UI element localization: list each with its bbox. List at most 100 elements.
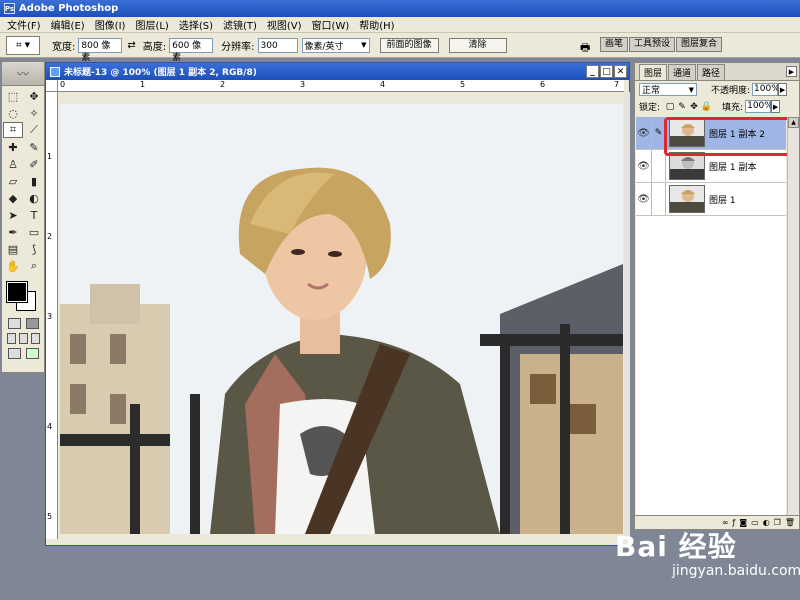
lock-position-icon[interactable]: ✥ bbox=[688, 102, 700, 112]
baidu-jingyan-watermark: Bai 经验 jingyan.baidu.com bbox=[612, 525, 800, 600]
menu-file[interactable]: 文件(F) bbox=[2, 17, 46, 32]
gradient-icon[interactable]: ▮ bbox=[24, 173, 44, 189]
document-scrollbar[interactable] bbox=[624, 92, 630, 540]
ruler-tick-label: 1 bbox=[140, 80, 146, 89]
image-canvas[interactable] bbox=[60, 104, 623, 534]
slice-icon[interactable]: ⟋ bbox=[24, 122, 44, 138]
tab-tool-presets[interactable]: 工具预设 bbox=[629, 37, 676, 52]
vertical-ruler: 1 2 3 4 5 bbox=[46, 92, 58, 539]
type-icon[interactable]: T bbox=[24, 207, 44, 223]
resolution-unit-select[interactable]: 像素/英寸 ▼ bbox=[301, 37, 370, 53]
width-input[interactable]: 800 像素 bbox=[78, 37, 123, 63]
eraser-icon[interactable]: ▱ bbox=[3, 173, 23, 189]
standard-mode-icon[interactable] bbox=[7, 318, 21, 329]
close-icon[interactable]: ✕ bbox=[614, 65, 627, 78]
stamp-icon[interactable]: ♙ bbox=[3, 156, 23, 172]
move-icon[interactable]: ✥ bbox=[24, 88, 44, 104]
screen-mode-2-icon[interactable] bbox=[18, 333, 28, 344]
path-select-icon[interactable]: ➤ bbox=[3, 207, 23, 223]
menu-bar: 文件(F) 编辑(E) 图像(I) 图层(L) 选择(S) 滤镜(T) 视图(V… bbox=[0, 17, 800, 33]
pen-icon[interactable]: ✒ bbox=[3, 224, 23, 240]
dodge-icon[interactable]: ◐ bbox=[24, 190, 44, 206]
blur-icon[interactable]: ◆ bbox=[3, 190, 23, 206]
ruler-origin[interactable] bbox=[46, 80, 58, 92]
ruler-tick-label: 4 bbox=[47, 422, 53, 431]
layers-scrollbar[interactable]: ▲ bbox=[787, 117, 799, 517]
blend-mode-select[interactable]: 正常 ▼ bbox=[639, 83, 697, 96]
crop-tool-icon[interactable]: ⌗ bbox=[3, 122, 23, 138]
clear-button[interactable]: 清除 bbox=[448, 37, 507, 53]
menu-layer[interactable]: 图层(L) bbox=[130, 17, 173, 32]
layers-panel: 图层 通道 路径 ▶ 正常 ▼ 不透明度: 100% ▶ 锁定: ▢ ✎ ✥ 🔒… bbox=[634, 62, 800, 530]
brush-icon[interactable]: ✎ bbox=[24, 139, 44, 155]
eye-icon[interactable]: 👁 bbox=[636, 183, 652, 215]
brush-link-icon[interactable] bbox=[652, 150, 666, 182]
tab-layer-comps[interactable]: 图层复合 bbox=[676, 37, 723, 52]
screen-mode-1-icon[interactable] bbox=[6, 333, 16, 344]
resolution-input[interactable]: 300 bbox=[257, 37, 298, 53]
zoom-icon[interactable]: ⌕ bbox=[24, 258, 44, 274]
opacity-label: 不透明度: bbox=[711, 86, 751, 96]
height-input[interactable]: 600 像素 bbox=[169, 37, 214, 63]
jump-to-imageready-icon[interactable] bbox=[7, 348, 21, 359]
chevron-down-icon: ▼ bbox=[688, 85, 694, 94]
menu-help[interactable]: 帮助(H) bbox=[354, 17, 399, 32]
layer-thumbnail bbox=[669, 152, 705, 180]
ruler-tick-label: 3 bbox=[300, 80, 306, 89]
notes-icon[interactable]: ▤ bbox=[3, 241, 23, 257]
menu-edit[interactable]: 编辑(E) bbox=[46, 17, 90, 32]
brush-link-icon[interactable] bbox=[652, 183, 666, 215]
menu-window[interactable]: 窗口(W) bbox=[307, 17, 355, 32]
tab-paths[interactable]: 路径 bbox=[697, 64, 726, 80]
tab-layers[interactable]: 图层 bbox=[639, 64, 668, 80]
menu-view[interactable]: 视图(V) bbox=[262, 17, 307, 32]
crop-icon: ⌗ bbox=[15, 39, 22, 51]
resolution-label: 分辨率: bbox=[221, 41, 255, 53]
horizontal-ruler: 0 1 2 3 4 5 6 7 bbox=[58, 80, 624, 92]
chevron-down-icon: ▼ bbox=[361, 41, 367, 49]
screen-mode-3-icon[interactable] bbox=[30, 333, 40, 344]
swap-icon[interactable]: ⇄ bbox=[127, 40, 135, 51]
tab-channels[interactable]: 通道 bbox=[668, 64, 697, 80]
layer-name: 图层 1 bbox=[709, 195, 736, 206]
hand-icon[interactable]: ✋ bbox=[3, 258, 23, 274]
front-image-button[interactable]: 前面的图像 bbox=[379, 37, 439, 53]
eyedropper-icon[interactable]: ⟆ bbox=[24, 241, 44, 257]
quick-mask-icon[interactable] bbox=[25, 318, 39, 329]
ruler-tick-label: 1 bbox=[47, 152, 53, 161]
check-icon[interactable] bbox=[25, 348, 39, 359]
healing-icon[interactable]: ✚ bbox=[3, 139, 23, 155]
fill-label: 填充: bbox=[722, 103, 744, 113]
ruler-tick-label: 7 bbox=[614, 80, 620, 89]
menu-select[interactable]: 选择(S) bbox=[174, 17, 218, 32]
opacity-input[interactable]: 100% bbox=[752, 83, 780, 96]
lock-transparency-icon[interactable]: ▢ bbox=[664, 102, 676, 112]
shape-icon[interactable]: ▭ bbox=[24, 224, 44, 240]
magic-wand-icon[interactable]: ✧ bbox=[24, 105, 44, 121]
lock-all-icon[interactable]: 🔒 bbox=[700, 102, 712, 112]
fill-slider-icon[interactable]: ▶ bbox=[771, 100, 781, 113]
minimize-icon[interactable]: _ bbox=[586, 65, 599, 78]
maximize-icon[interactable]: □ bbox=[600, 65, 613, 78]
menu-image[interactable]: 图像(I) bbox=[90, 17, 131, 32]
menu-filter[interactable]: 滤镜(T) bbox=[218, 17, 262, 32]
panel-menu-icon[interactable]: ▶ bbox=[786, 66, 797, 77]
foreground-color-swatch[interactable] bbox=[6, 281, 28, 303]
tool-preset-picker[interactable]: ⌗ ▼ bbox=[6, 35, 40, 55]
history-brush-icon[interactable]: ✐ bbox=[24, 156, 44, 172]
lock-image-icon[interactable]: ✎ bbox=[676, 102, 688, 112]
photo-illustration bbox=[60, 104, 623, 534]
opacity-slider-icon[interactable]: ▶ bbox=[778, 83, 788, 96]
layers-list: 👁 ✎ 图层 1 副本 2 👁 图层 1 副本 👁 图层 1 bbox=[636, 117, 786, 517]
eye-icon[interactable]: 👁 bbox=[636, 117, 652, 149]
fill-input[interactable]: 100% bbox=[745, 100, 773, 113]
app-title-bar: Ps Adobe Photoshop bbox=[0, 0, 800, 17]
scroll-up-icon[interactable]: ▲ bbox=[788, 117, 799, 128]
eye-icon[interactable]: 👁 bbox=[636, 150, 652, 182]
tab-brushes[interactable]: 画笔 bbox=[600, 37, 629, 52]
layer-row[interactable]: 👁 图层 1 bbox=[636, 183, 786, 216]
lasso-icon[interactable]: ◌ bbox=[3, 105, 23, 121]
options-bar: ⌗ ▼ 宽度: 800 像素 ⇄ 高度: 600 像素 分辨率: 300 像素/… bbox=[0, 33, 800, 63]
marquee-icon[interactable]: ⬚ bbox=[3, 88, 23, 104]
palette-well-icon[interactable]: 🖶 bbox=[580, 39, 590, 58]
